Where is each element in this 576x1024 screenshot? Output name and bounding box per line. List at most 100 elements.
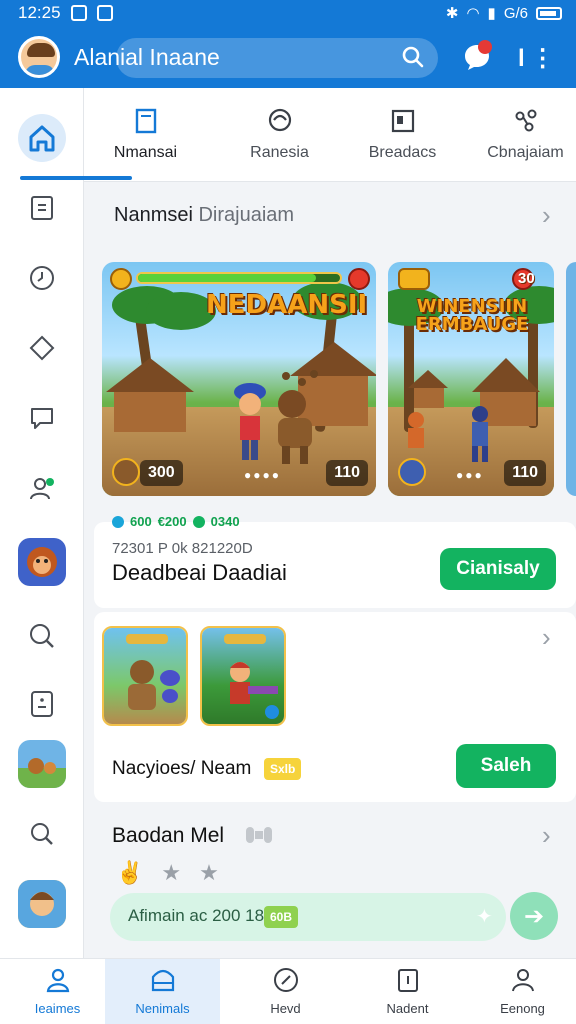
- rail-game-thumb-1[interactable]: [18, 538, 66, 586]
- rail-user[interactable]: [18, 464, 66, 512]
- nav-nenimals[interactable]: Nenimals: [105, 959, 220, 1024]
- rail-chat[interactable]: [18, 394, 66, 442]
- notification-icon: [70, 5, 87, 21]
- status-time: 12:25: [18, 3, 61, 22]
- star-icon[interactable]: ★: [199, 860, 219, 886]
- ability-icon: [398, 458, 426, 486]
- tab-breadacs[interactable]: Breadacs: [341, 88, 464, 182]
- rail-home[interactable]: [18, 114, 66, 162]
- nav-label: Nadent: [386, 1001, 429, 1016]
- refresh-icon: [268, 108, 291, 132]
- primary-action-button[interactable]: Cianisaly: [440, 548, 556, 590]
- thumbs-up-icon[interactable]: ✌: [116, 860, 143, 886]
- chevron-right-icon[interactable]: ›: [542, 622, 551, 653]
- info-title: Deadbeai Daadiai: [112, 560, 287, 585]
- game-thumb-1[interactable]: [102, 626, 188, 726]
- active-tab-indicator: [20, 176, 132, 180]
- score-right: 110: [326, 460, 368, 486]
- rating-icons: ✌ ★ ★: [116, 860, 219, 886]
- tab-label: Ranesia: [250, 144, 309, 161]
- game-thumb-2[interactable]: [200, 626, 286, 726]
- app-title: Alanial Inaane: [74, 43, 220, 70]
- game-card-2[interactable]: 30 WINENSIIN ERMBAUGE ●●● 110: [388, 262, 554, 496]
- stat-chips: 600 €200 0340: [112, 514, 240, 529]
- tab-nmansai[interactable]: Nmansai: [84, 88, 207, 182]
- people-icon: [46, 968, 69, 993]
- info-meta: 72301 P 0k 821220D: [112, 540, 253, 557]
- status-right-text: G/6: [503, 4, 528, 22]
- rail-list[interactable]: [18, 680, 66, 728]
- diamond-icon: [29, 335, 55, 361]
- rail-document[interactable]: [18, 184, 66, 232]
- select-button[interactable]: Saleh: [456, 744, 556, 788]
- promo-text: Afimain ac 200 18: [128, 906, 265, 925]
- sparkle-icon: ✦: [476, 906, 493, 928]
- home-icon: [29, 125, 55, 152]
- tab-ranesia[interactable]: Ranesia: [218, 88, 341, 182]
- tab-cbnajaiam[interactable]: Cbnajaiam: [464, 88, 576, 182]
- profile-icon: [511, 969, 534, 992]
- list-icon: [31, 691, 53, 717]
- chevron-right-icon[interactable]: ›: [542, 200, 551, 231]
- section3-title: Baodan Mel: [112, 824, 225, 847]
- status-bar: 12:25 ✱ ◠ ▮ G/6: [0, 0, 576, 26]
- profile-avatar[interactable]: [18, 36, 60, 78]
- health-bar: [136, 272, 342, 284]
- compass-icon: [273, 968, 298, 992]
- nav-eenong[interactable]: Eenong: [465, 959, 576, 1024]
- rail-game-thumb-3[interactable]: [18, 880, 66, 928]
- rail-diamond[interactable]: [18, 324, 66, 372]
- tab-label: Cbnajaiam: [487, 144, 564, 161]
- game-title: WINENSIIN ERMBAUGE: [415, 296, 529, 335]
- network-icon: [515, 109, 536, 132]
- document-icon: [31, 196, 53, 220]
- star-icon[interactable]: ★: [161, 860, 181, 886]
- magnifier-icon: [31, 823, 53, 845]
- bluetooth-icon: ✱: [445, 5, 459, 22]
- tab-label: Breadacs: [368, 144, 437, 161]
- nav-hevd[interactable]: Hevd: [228, 959, 343, 1024]
- nav-home[interactable]: Ieaimes: [0, 959, 115, 1024]
- nav-nadent[interactable]: Nadent: [350, 959, 465, 1024]
- rail-magnifier[interactable]: [18, 810, 66, 858]
- news-icon: [391, 109, 414, 133]
- monkey-avatar-icon: [27, 547, 57, 577]
- rail-game-thumb-2[interactable]: [18, 740, 66, 788]
- section-title[interactable]: Nanmsei Dirajuaiam: [114, 204, 294, 227]
- message-icon: [31, 408, 53, 429]
- controller-icon: [246, 827, 272, 843]
- gem-icon: [112, 515, 124, 528]
- power-icon: [348, 268, 370, 290]
- nav-label: Ieaimes: [34, 1001, 81, 1016]
- promo-tag: 60B: [264, 906, 299, 928]
- nav-label: Eenong: [500, 1001, 545, 1016]
- bottom-nav: Ieaimes Nenimals Hevd Nadent Eenong: [0, 958, 576, 1024]
- gallery-icon: [96, 5, 113, 21]
- carousel-dots: ●●●●: [244, 468, 281, 482]
- hero-avatar-icon: [18, 880, 66, 928]
- character-icon: [230, 662, 279, 719]
- app-bar: Alanial Inaane l⋮: [0, 26, 576, 88]
- rail-search[interactable]: [18, 612, 66, 660]
- store-icon: [151, 969, 174, 992]
- coin-icon: [110, 268, 132, 290]
- game-characters: [234, 370, 318, 464]
- book-icon: [135, 108, 156, 134]
- game-scene-icon: [18, 758, 66, 788]
- wifi-icon: ◠: [466, 5, 480, 22]
- rail-clock[interactable]: [18, 254, 66, 302]
- crate-icon: [398, 268, 430, 290]
- user-icon: [30, 478, 54, 500]
- tab-label: Nmansai: [113, 144, 178, 161]
- game-card-1[interactable]: NEDAANSII 300 ●●●● 110: [102, 262, 376, 496]
- weapon-icon: [112, 458, 140, 486]
- check-icon: [192, 515, 205, 528]
- character-icon: [128, 660, 180, 710]
- game-title: NEDAANSII: [206, 290, 368, 320]
- chevron-right-icon[interactable]: ›: [542, 820, 551, 851]
- arrow-right-icon[interactable]: ➔: [510, 892, 558, 940]
- signal-icon: ▮: [487, 5, 496, 22]
- score-left: 300: [140, 460, 183, 486]
- row-title: Nacyioes/ Neam: [112, 758, 252, 779]
- game-card-3-peek[interactable]: [566, 262, 576, 496]
